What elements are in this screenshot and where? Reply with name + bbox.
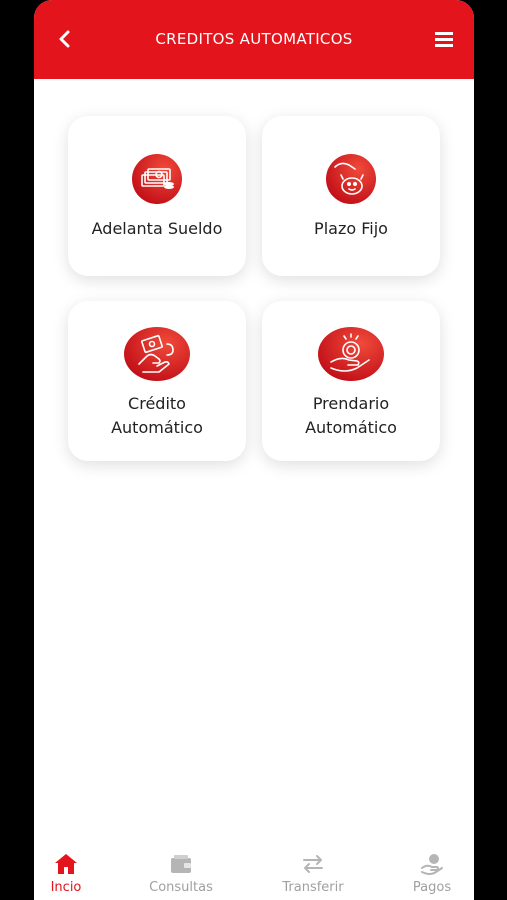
card-label-line-1: Prendario [312, 394, 390, 413]
card-label-line-1: Crédito [128, 394, 186, 413]
app-screen: CREDITOS AUTOMATICOS Adelanta Sueldo Pla… [34, 0, 474, 900]
card-label: Adelanta Sueldo [91, 219, 223, 238]
card-label-line-2: Automático [305, 418, 397, 437]
nav-label: Pagos [412, 880, 452, 895]
nav-item-consultas[interactable]: Consultas [131, 820, 231, 900]
card-label-line-2: Automático [111, 418, 203, 437]
hand-money-icon [124, 327, 190, 381]
card-credito-automatico[interactable]: Crédito Automático [68, 301, 246, 461]
nav-label: Transferir [282, 880, 344, 895]
piggy-bank-icon [326, 154, 376, 204]
nav-label: Incio [50, 880, 82, 895]
card-label: Crédito Automático [111, 392, 203, 440]
hand-coin-icon [318, 327, 384, 381]
nav-item-transferir[interactable]: Transferir [263, 820, 363, 900]
wallet-icon [171, 855, 191, 873]
home-icon [55, 854, 77, 874]
card-plazo-fijo[interactable]: Plazo Fijo [262, 116, 440, 276]
header-bar: CREDITOS AUTOMATICOS [34, 0, 474, 79]
nav-item-inicio[interactable]: Incio [34, 820, 116, 900]
bottom-nav: Incio Consultas Transferir Pagos [34, 820, 474, 900]
cash-stack-icon [132, 154, 182, 204]
hand-coin-icon [421, 854, 443, 875]
page-title: CREDITOS AUTOMATICOS [155, 30, 353, 48]
card-label: Plazo Fijo [314, 219, 388, 238]
card-prendario-automatico[interactable]: Prendario Automático [262, 301, 440, 461]
nav-item-pagos[interactable]: Pagos [382, 820, 474, 900]
nav-label: Consultas [149, 880, 213, 895]
transfer-arrows-icon [303, 855, 323, 873]
hamburger-menu-icon[interactable] [432, 28, 456, 50]
card-label: Prendario Automático [305, 392, 397, 440]
card-adelanta-sueldo[interactable]: Adelanta Sueldo [68, 116, 246, 276]
